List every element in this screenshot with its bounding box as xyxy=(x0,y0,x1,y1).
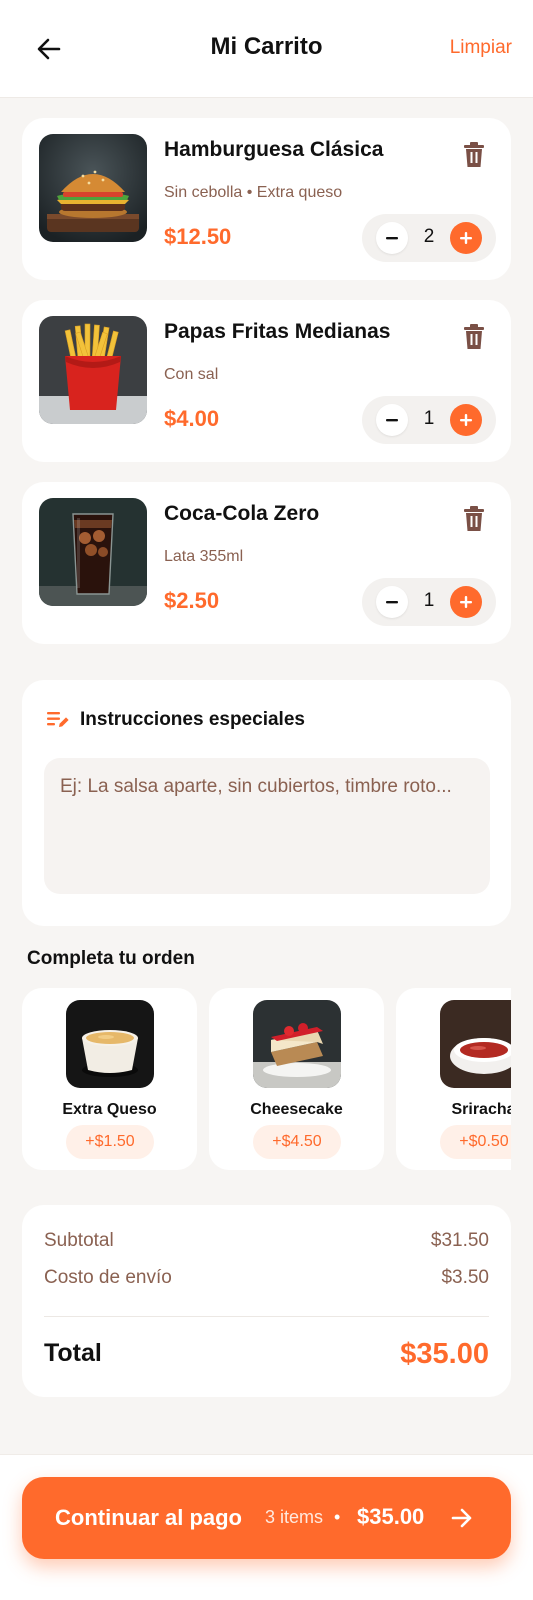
upsell-item[interactable]: Extra Queso +$1.50 xyxy=(22,988,197,1170)
special-instructions-title: Instrucciones especiales xyxy=(80,709,305,730)
minus-icon xyxy=(386,419,398,422)
upsell-item-name: Extra Queso xyxy=(62,1101,157,1118)
increase-quantity-button[interactable] xyxy=(450,222,482,254)
quantity-stepper: 2 xyxy=(362,214,496,262)
checkout-button[interactable]: Continuar al pago 3 items • $35.00 xyxy=(22,1477,511,1559)
upsell-add-price-button[interactable]: +$1.50 xyxy=(66,1125,154,1159)
quantity-value: 2 xyxy=(423,226,435,247)
item-name: Papas Fritas Medianas xyxy=(164,320,391,343)
checkout-separator: • xyxy=(334,1507,341,1527)
total-value: $35.00 xyxy=(400,1338,489,1370)
item-price: $2.50 xyxy=(164,588,220,613)
trash-icon xyxy=(464,506,484,531)
delete-item-button[interactable] xyxy=(462,324,486,350)
item-note: Sin cebolla • Extra queso xyxy=(164,184,343,201)
cheesecake-photo xyxy=(253,1000,341,1088)
cart-item: Hamburguesa Clásica Sin cebolla • Extra … xyxy=(22,118,511,280)
upsell-carousel[interactable]: Extra Queso +$1.50 Cheesecake +$4.50 Sri… xyxy=(22,988,511,1170)
edit-notes-icon xyxy=(47,712,69,727)
increase-quantity-button[interactable] xyxy=(450,586,482,618)
checkout-total: $35.00 xyxy=(357,1504,425,1529)
trash-icon xyxy=(464,142,484,167)
clear-cart-button[interactable]: Limpiar xyxy=(450,37,512,59)
decrease-quantity-button[interactable] xyxy=(376,404,408,436)
summary-divider xyxy=(44,1316,489,1317)
order-summary: Subtotal $31.50 Costo de envío $3.50 Tot… xyxy=(22,1205,511,1397)
subtotal-label: Subtotal xyxy=(44,1230,114,1251)
total-label: Total xyxy=(44,1339,102,1367)
trash-icon xyxy=(464,324,484,349)
upsell-add-price-button[interactable]: +$4.50 xyxy=(253,1125,341,1159)
quantity-stepper: 1 xyxy=(362,396,496,444)
item-note: Lata 355ml xyxy=(164,548,244,565)
quantity-value: 1 xyxy=(423,408,435,429)
decrease-quantity-button[interactable] xyxy=(376,586,408,618)
shipping-value: $3.50 xyxy=(441,1267,489,1288)
checkout-bar: Continuar al pago 3 items • $35.00 xyxy=(0,1454,533,1600)
item-note: Con sal xyxy=(164,366,219,383)
checkout-items-count: 3 items xyxy=(265,1507,324,1527)
subtotal-value: $31.50 xyxy=(430,1230,489,1251)
plus-icon xyxy=(460,596,472,608)
plus-icon xyxy=(460,232,472,244)
checkout-label: Continuar al pago xyxy=(55,1505,242,1530)
cola-photo xyxy=(39,498,147,606)
upsell-add-price-button[interactable]: +$0.50 xyxy=(440,1125,511,1159)
cheese-sauce-photo xyxy=(66,1000,154,1088)
decrease-quantity-button[interactable] xyxy=(376,222,408,254)
quantity-stepper: 1 xyxy=(362,578,496,626)
special-instructions-input[interactable] xyxy=(44,758,490,894)
fries-photo xyxy=(39,316,147,424)
plus-icon xyxy=(460,414,472,426)
delete-item-button[interactable] xyxy=(462,506,486,532)
item-name: Coca-Cola Zero xyxy=(164,502,320,525)
app-header: Mi Carrito Limpiar xyxy=(0,0,533,98)
minus-icon xyxy=(386,601,398,604)
upsell-item[interactable]: Sriracha +$0.50 xyxy=(396,988,511,1170)
burger-photo xyxy=(39,134,147,242)
arrow-right-icon xyxy=(451,1508,472,1528)
item-name: Hamburguesa Clásica xyxy=(164,138,384,161)
minus-icon xyxy=(386,237,398,240)
item-price: $12.50 xyxy=(164,224,232,249)
cart-item: Coca-Cola Zero Lata 355ml $2.50 1 xyxy=(22,482,511,644)
sriracha-photo xyxy=(440,1000,511,1088)
shipping-label: Costo de envío xyxy=(44,1267,172,1288)
special-instructions-card: Instrucciones especiales xyxy=(22,680,511,926)
delete-item-button[interactable] xyxy=(462,142,486,168)
quantity-value: 1 xyxy=(423,590,435,611)
upsell-item[interactable]: Cheesecake +$4.50 xyxy=(209,988,384,1170)
upsell-section-title: Completa tu orden xyxy=(27,948,195,969)
item-price: $4.00 xyxy=(164,406,220,431)
upsell-item-name: Sriracha xyxy=(451,1101,511,1118)
increase-quantity-button[interactable] xyxy=(450,404,482,436)
cart-item: Papas Fritas Medianas Con sal $4.00 1 xyxy=(22,300,511,462)
upsell-item-name: Cheesecake xyxy=(250,1101,343,1118)
